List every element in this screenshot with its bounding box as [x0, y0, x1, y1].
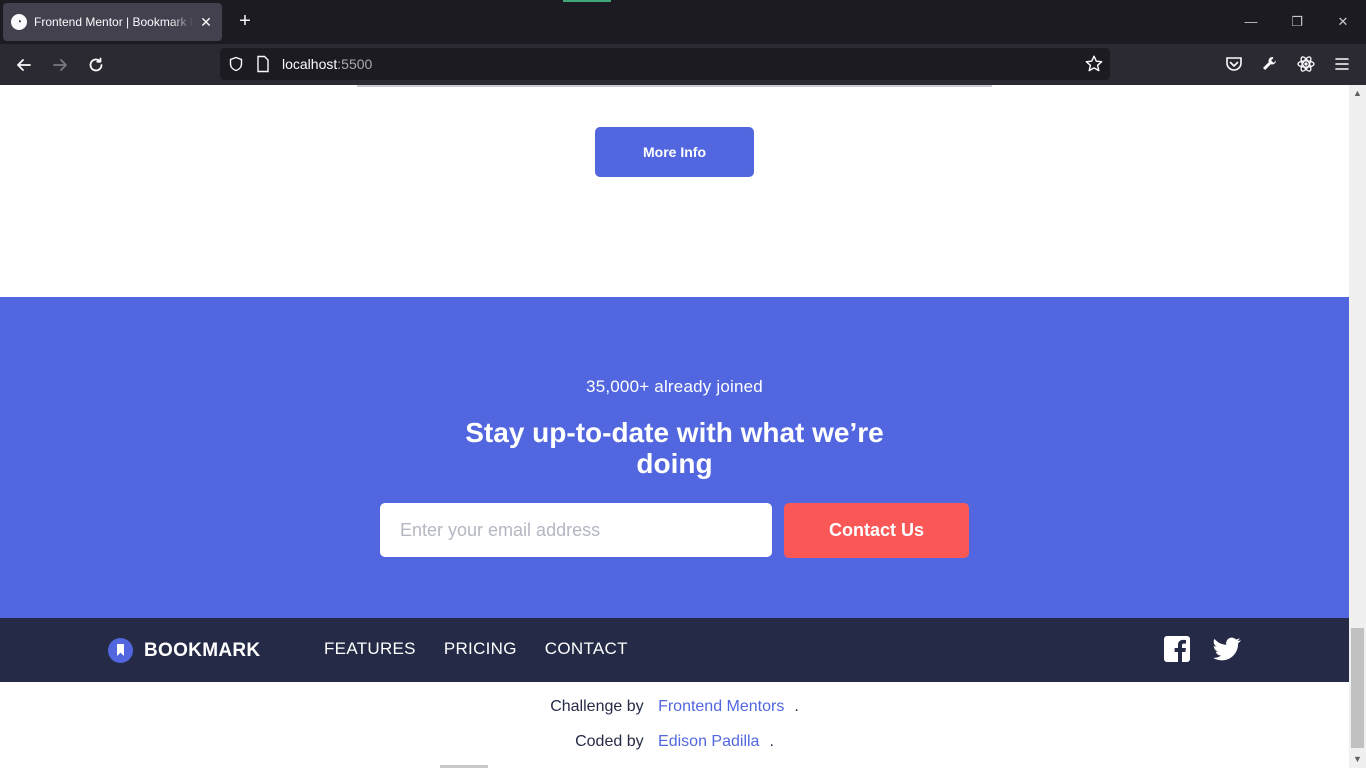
period: . [769, 733, 774, 750]
more-info-button[interactable]: More Info [595, 127, 754, 177]
tab-strip: ◔ Frontend Mentor | Bookmark landing pag… [0, 0, 1366, 44]
new-tab-button[interactable]: + [234, 10, 256, 32]
newsletter-section: 35,000+ already joined Stay up-to-date w… [0, 297, 1349, 618]
react-devtools-icon[interactable] [1296, 54, 1316, 74]
back-button[interactable] [13, 54, 35, 76]
active-tab[interactable]: ◔ Frontend Mentor | Bookmark landing pag… [3, 3, 222, 41]
reload-icon [89, 57, 103, 72]
shield-icon[interactable] [228, 56, 244, 72]
scroll-down-arrow-icon[interactable]: ▼ [1349, 751, 1366, 768]
logo-text: BOOKMARK [144, 639, 261, 661]
menu-icon[interactable] [1332, 54, 1352, 74]
forward-button[interactable] [49, 54, 71, 76]
faq-divider [357, 85, 992, 87]
site-footer: BOOKMARK FEATURES PRICING CONTACT [0, 618, 1349, 682]
bookmark-logo-icon [108, 638, 133, 663]
close-icon[interactable]: ✕ [1333, 12, 1353, 32]
address-bar[interactable]: localhost:5500 [220, 48, 1110, 80]
joined-count-text: 35,000+ already joined [586, 377, 763, 396]
navigation-toolbar: localhost:5500 [0, 44, 1366, 85]
url-port: :5500 [337, 56, 373, 72]
scroll-thumb[interactable] [1351, 628, 1364, 748]
close-tab-icon[interactable]: ✕ [198, 14, 214, 31]
author-link[interactable]: Edison Padilla [658, 733, 759, 750]
vertical-scrollbar[interactable]: ▲ ▼ [1349, 85, 1366, 768]
facebook-icon[interactable] [1163, 635, 1191, 663]
url-text[interactable]: localhost:5500 [282, 56, 372, 72]
twitter-icon[interactable] [1212, 635, 1242, 663]
star-icon[interactable] [1084, 54, 1104, 74]
url-host: localhost [282, 56, 338, 72]
contact-us-button[interactable]: Contact Us [784, 503, 969, 558]
footer-logo[interactable]: BOOKMARK [108, 638, 260, 663]
tab-strip-accent [563, 0, 611, 2]
globe-icon: ◔ [11, 14, 27, 30]
restore-icon[interactable]: ❐ [1287, 12, 1307, 32]
tab-title: Frontend Mentor | Bookmark landing page [34, 15, 194, 29]
reload-button[interactable] [85, 54, 107, 76]
page-viewport: More Info 35,000+ already joined Stay up… [0, 85, 1349, 768]
period: . [794, 698, 799, 715]
email-input[interactable] [380, 503, 772, 557]
footer-link-features[interactable]: FEATURES [324, 639, 416, 659]
challenge-attribution: Challenge by Frontend Mentors. [0, 698, 1349, 716]
arrow-right-icon [53, 59, 67, 71]
coded-prefix: Coded by [575, 733, 644, 750]
footer-nav: FEATURES PRICING CONTACT [324, 639, 656, 659]
coded-attribution: Coded by Edison Padilla. [0, 733, 1349, 751]
challenge-prefix: Challenge by [550, 698, 644, 715]
devtools-wrench-icon[interactable] [1260, 54, 1280, 74]
minimize-icon[interactable]: — [1241, 12, 1261, 32]
footer-link-pricing[interactable]: PRICING [444, 639, 517, 659]
scroll-up-arrow-icon[interactable]: ▲ [1349, 85, 1366, 102]
newsletter-heading: Stay up-to-date with what we’re doing [465, 417, 884, 479]
frontend-mentor-link[interactable]: Frontend Mentors [658, 698, 784, 715]
page-icon [257, 55, 269, 73]
footer-link-contact[interactable]: CONTACT [545, 639, 628, 659]
pocket-icon[interactable] [1224, 54, 1244, 74]
arrow-left-icon [17, 59, 31, 71]
